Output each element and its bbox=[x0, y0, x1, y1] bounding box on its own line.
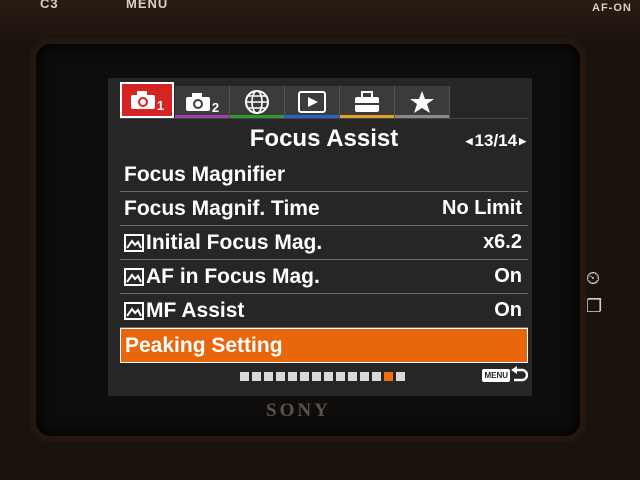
right-arrow-icon: ▶ bbox=[519, 135, 526, 146]
tab-network[interactable] bbox=[230, 86, 285, 118]
return-icon[interactable] bbox=[510, 366, 528, 386]
camera-body-top bbox=[0, 0, 640, 40]
tab-color-stripe bbox=[122, 113, 172, 116]
menu-item-label: Focus Magnif. Time bbox=[124, 196, 320, 220]
page-dot bbox=[312, 372, 321, 381]
still-image-icon bbox=[124, 267, 144, 286]
still-image-icon bbox=[124, 301, 144, 320]
menu-button-label: MENU bbox=[126, 0, 169, 11]
page-dot bbox=[348, 372, 357, 381]
page-dot bbox=[252, 372, 261, 381]
menu-item-af-in-focus-mag[interactable]: AF in Focus Mag. On bbox=[120, 260, 528, 294]
menu-item-initial-focus-mag[interactable]: Initial Focus Mag. x6.2 bbox=[120, 226, 528, 260]
menu-item-peaking-setting[interactable]: Peaking Setting bbox=[120, 328, 528, 363]
menu-item-value: x6.2 bbox=[483, 231, 522, 253]
tab-shooting-2[interactable]: 2 bbox=[175, 86, 230, 118]
page-dot bbox=[300, 372, 309, 381]
tab-number: 2 bbox=[211, 99, 220, 115]
page-dot-current bbox=[384, 372, 393, 381]
page-dot bbox=[360, 372, 369, 381]
page-indicator[interactable]: ◀ 13/14 ▶ bbox=[466, 131, 526, 151]
star-icon bbox=[410, 91, 434, 113]
self-timer-icon: ⏲ bbox=[586, 268, 601, 288]
menu-item-focus-magnifier[interactable]: Focus Magnifier bbox=[120, 158, 528, 192]
page-dot bbox=[264, 372, 273, 381]
page-dot bbox=[240, 372, 249, 381]
toolbox-icon bbox=[355, 91, 379, 112]
brand-logo: SONY bbox=[266, 400, 331, 421]
menu-list: Focus Magnifier Focus Magnif. Time No Li… bbox=[120, 158, 528, 363]
left-arrow-icon: ◀ bbox=[465, 135, 473, 146]
playback-icon bbox=[298, 91, 326, 113]
menu-item-value: On bbox=[494, 299, 522, 321]
lcd-screen: 1 2 Focus Assist ◀ 13/14 ▶ Focus Magnifi… bbox=[108, 78, 532, 396]
menu-item-label: AF in Focus Mag. bbox=[146, 264, 320, 288]
page-indicator-text: 13/14 bbox=[474, 131, 518, 150]
tab-my-menu[interactable] bbox=[395, 86, 450, 118]
tab-setup[interactable] bbox=[340, 86, 395, 118]
tab-playback[interactable] bbox=[285, 86, 340, 118]
menu-item-mf-assist[interactable]: MF Assist On bbox=[120, 294, 528, 328]
drive-mode-icon: ❐ bbox=[586, 296, 603, 316]
tab-shooting-1[interactable]: 1 bbox=[120, 82, 174, 118]
menu-item-focus-magnif-time[interactable]: Focus Magnif. Time No Limit bbox=[120, 192, 528, 226]
page-dot bbox=[336, 372, 345, 381]
camera-icon bbox=[185, 93, 210, 111]
page-dot bbox=[276, 372, 285, 381]
page-dot bbox=[288, 372, 297, 381]
menu-back-badge[interactable]: MENU bbox=[482, 369, 510, 382]
still-image-icon bbox=[124, 233, 144, 252]
menu-item-label: Focus Magnifier bbox=[124, 162, 286, 186]
page-dot bbox=[396, 372, 405, 381]
menu-item-label: Peaking Setting bbox=[125, 333, 283, 357]
c3-button-label: C3 bbox=[40, 0, 59, 11]
page-dot bbox=[372, 372, 381, 381]
menu-item-value: On bbox=[494, 265, 522, 287]
page-dots bbox=[240, 372, 405, 381]
menu-item-label: Initial Focus Mag. bbox=[146, 230, 323, 254]
page-dot bbox=[324, 372, 333, 381]
menu-header: Focus Assist ◀ 13/14 ▶ bbox=[120, 118, 528, 155]
menu-footer: MENU bbox=[120, 366, 528, 388]
menu-item-value: No Limit bbox=[442, 197, 522, 219]
globe-icon bbox=[245, 90, 269, 114]
camera-icon bbox=[130, 91, 155, 109]
af-on-button-label: AF-ON bbox=[592, 2, 632, 14]
tab-number: 1 bbox=[156, 97, 165, 113]
menu-item-label: MF Assist bbox=[146, 298, 245, 322]
